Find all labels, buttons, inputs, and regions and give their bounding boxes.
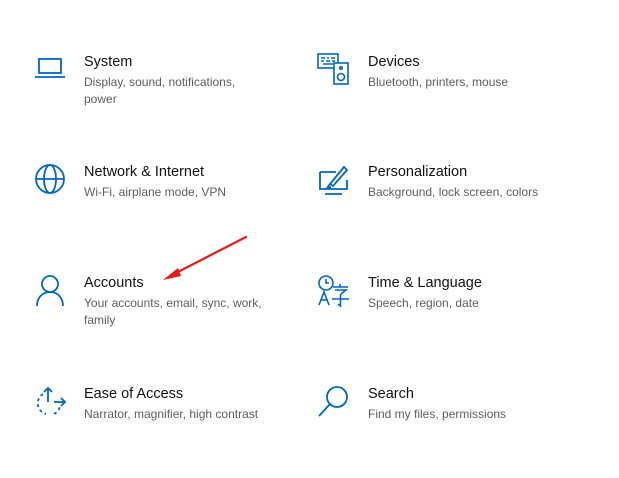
time-language-icon <box>316 273 352 309</box>
settings-tile-ease-of-access[interactable]: Ease of Access Narrator, magnifier, high… <box>32 384 292 464</box>
settings-tile-devices[interactable]: Devices Bluetooth, printers, mouse <box>316 52 576 132</box>
settings-tile-network-internet[interactable]: Network & Internet Wi-Fi, airplane mode,… <box>32 162 292 242</box>
tile-description: Your accounts, email, sync, work, family <box>84 296 262 327</box>
tile-description: Background, lock screen, colors <box>368 185 539 199</box>
paint-brush-icon <box>316 162 352 198</box>
settings-tile-search[interactable]: Search Find my files, permissions <box>316 384 576 464</box>
tile-description: Wi-Fi, airplane mode, VPN <box>84 185 227 199</box>
tile-title: Devices <box>368 54 420 70</box>
tile-title: Ease of Access <box>84 386 184 402</box>
settings-tile-accounts[interactable]: Accounts Your accounts, email, sync, wor… <box>32 273 292 353</box>
settings-tile-system[interactable]: System Display, sound, notifications, po… <box>32 52 292 132</box>
tile-description: Display, sound, notifications, power <box>84 75 236 106</box>
tile-description: Find my files, permissions <box>368 407 507 421</box>
laptop-icon <box>32 52 68 88</box>
tile-title: Personalization <box>368 164 468 180</box>
tile-title: Network & Internet <box>84 164 205 180</box>
tile-title: Time & Language <box>368 275 482 291</box>
person-icon <box>32 273 68 309</box>
ease-of-access-icon <box>32 384 68 420</box>
settings-tile-time-language[interactable]: Time & Language Speech, region, date <box>316 273 576 353</box>
tile-title: Search <box>368 386 414 402</box>
search-icon <box>316 384 352 420</box>
tile-title: System <box>84 54 133 70</box>
tile-title: Accounts <box>84 275 144 291</box>
tile-description: Bluetooth, printers, mouse <box>368 75 509 89</box>
globe-icon <box>32 162 68 198</box>
keyboard-speaker-icon <box>316 52 352 88</box>
tile-description: Narrator, magnifier, high contrast <box>84 407 259 421</box>
settings-tile-personalization[interactable]: Personalization Background, lock screen,… <box>316 162 576 242</box>
tile-description: Speech, region, date <box>368 296 479 310</box>
